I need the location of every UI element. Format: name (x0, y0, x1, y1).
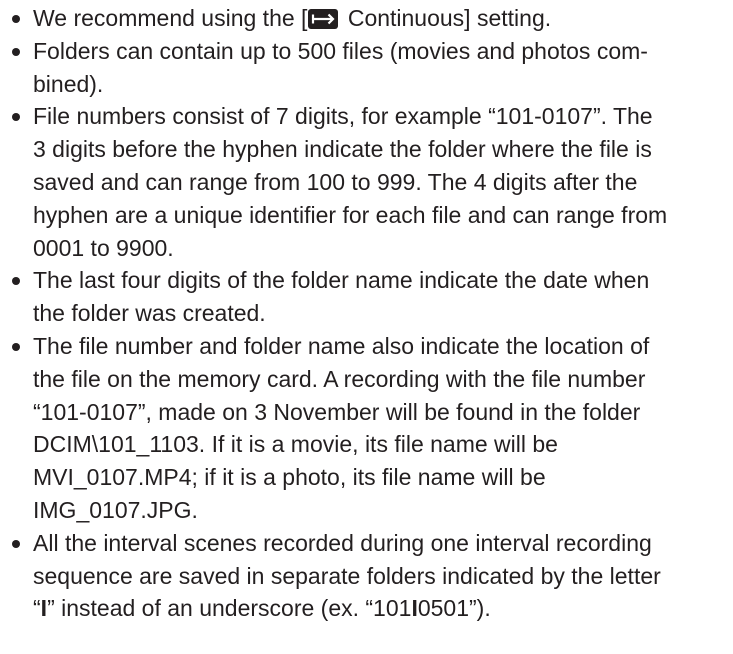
list-item: All the interval scenes recorded during … (10, 527, 726, 625)
text-line: the folder was created. (33, 300, 266, 327)
list-item: The last four digits of the folder name … (10, 264, 726, 330)
text-line: All the interval scenes recorded during … (33, 529, 652, 556)
bullet-icon (12, 277, 20, 286)
text-line: saved and can range from 100 to 999. The… (33, 168, 638, 195)
text-line: “I” instead of an underscore (ex. “101I0… (33, 595, 491, 622)
text-line: File numbers consist of 7 digits, for ex… (33, 103, 653, 130)
text-line: We recommend using the [ Continuous] set… (33, 5, 552, 31)
bullet-icon (12, 15, 20, 23)
bullet-icon (12, 342, 20, 351)
text-line: bined). (33, 70, 104, 97)
bullet-icon (12, 113, 20, 122)
continuous-arrow-icon (308, 9, 339, 29)
text-line: sequence are saved in separate folders i… (33, 562, 661, 589)
text-line: hyphen are a unique identifier for each … (33, 201, 668, 228)
list-item: We recommend using the [ Continuous] set… (10, 2, 726, 35)
text-line: 3 digits before the hyphen indicate the … (33, 136, 652, 163)
text-line: “101-0107”, made on 3 November will be f… (33, 398, 641, 425)
text-line: The file number and folder name also ind… (33, 332, 650, 359)
list-item: File numbers consist of 7 digits, for ex… (10, 100, 726, 264)
bullet-icon (12, 539, 20, 548)
text-line: Folders can contain up to 500 files (mov… (33, 37, 648, 64)
text-line: the file on the memory card. A recording… (33, 365, 646, 392)
list-item: The file number and folder name also ind… (10, 330, 726, 527)
text-line: MVI_0107.MP4; if it is a photo, its file… (33, 464, 546, 491)
text-line: The last four digits of the folder name … (33, 267, 650, 294)
bullet-list: We recommend using the [ Continuous] set… (10, 2, 726, 625)
list-item: Folders can contain up to 500 files (mov… (10, 35, 726, 101)
text-line: 0001 to 9900. (33, 234, 174, 261)
bullet-icon (12, 47, 20, 56)
text-line: DCIM\101_1103. If it is a movie, its fil… (33, 431, 558, 458)
text-line: IMG_0107.JPG. (33, 496, 198, 523)
